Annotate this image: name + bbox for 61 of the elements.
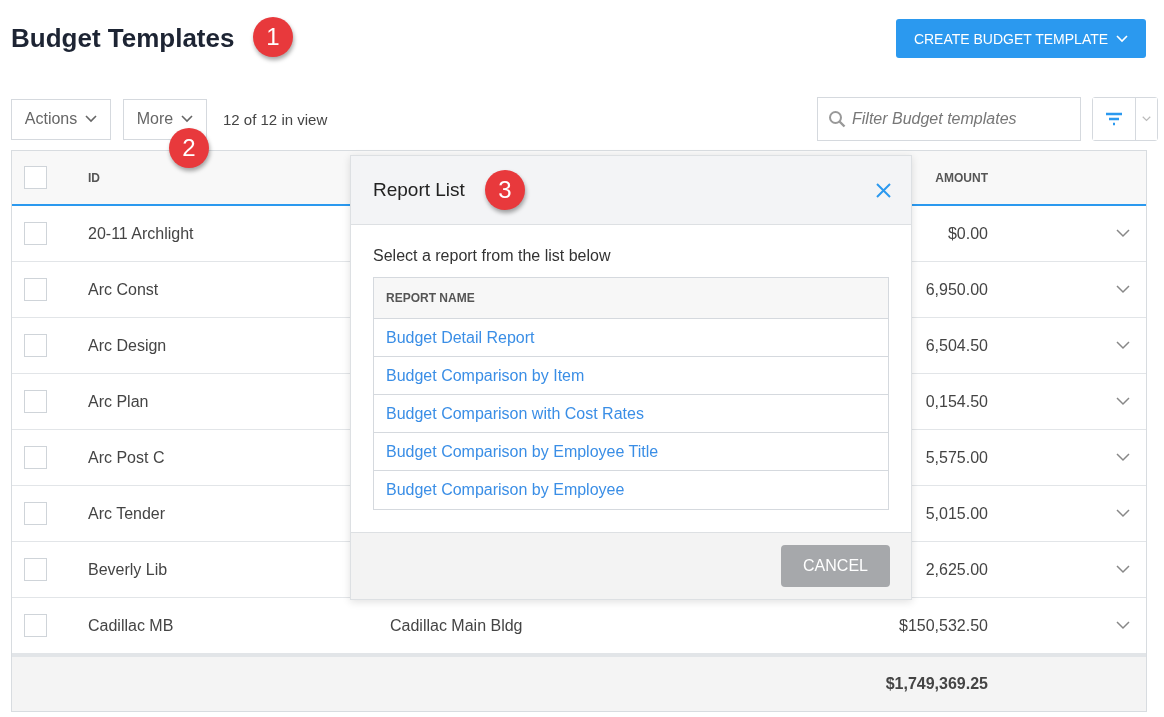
page-title: Budget Templates: [11, 23, 235, 54]
table-cell: $0.00: [947, 224, 988, 243]
table-cell: Arc Tender: [88, 504, 166, 523]
report-link[interactable]: Budget Detail Report: [386, 328, 535, 347]
column-header: REPORT NAME: [386, 291, 475, 305]
table-cell: 5,575.00: [925, 448, 988, 467]
report-link[interactable]: Budget Comparison by Item: [386, 366, 585, 385]
total-amount: $1,749,369.25: [885, 675, 988, 693]
more-dropdown[interactable]: More: [123, 98, 207, 140]
expand-chevron-icon[interactable]: [1116, 509, 1130, 518]
view-count: 12 of 12 in view: [223, 110, 328, 128]
column-header: ID: [87, 170, 101, 185]
expand-chevron-icon[interactable]: [1116, 621, 1130, 630]
table-cell: 6,950.00: [925, 280, 988, 299]
table-cell: Cadillac Main Bldg: [390, 616, 523, 635]
filter-icon: [1105, 112, 1123, 126]
table-cell: Cadillac MB: [88, 616, 174, 635]
callout-badge: 1: [253, 17, 293, 57]
row-checkbox[interactable]: [24, 558, 47, 581]
report-link[interactable]: Budget Comparison with Cost Rates: [386, 404, 644, 423]
report-link[interactable]: Budget Comparison by Employee Title: [386, 442, 659, 461]
caret-icon: [1142, 115, 1151, 123]
table-cell: Arc Design: [88, 336, 167, 355]
cancel-button[interactable]: CANCEL: [781, 545, 890, 587]
table-cell: Arc Post C: [88, 448, 165, 467]
column-header: AMOUNT: [935, 170, 988, 185]
expand-chevron-icon[interactable]: [1116, 397, 1130, 406]
search-icon: [828, 110, 846, 128]
table-cell: 2,625.00: [925, 560, 988, 579]
table-cell: 6,504.50: [925, 336, 988, 355]
row-checkbox[interactable]: [24, 502, 47, 525]
dialog-title: Report List: [373, 179, 465, 201]
expand-chevron-icon[interactable]: [1116, 453, 1130, 462]
actions-dropdown[interactable]: Actions: [11, 98, 111, 140]
row-checkbox[interactable]: [24, 446, 47, 469]
row-checkbox[interactable]: [24, 222, 47, 245]
expand-chevron-icon[interactable]: [1116, 285, 1130, 294]
table-cell: Arc Const: [88, 280, 159, 299]
row-checkbox[interactable]: [24, 390, 47, 413]
table-cell: Arc Plan: [88, 392, 149, 411]
filter-menu-button[interactable]: [1135, 98, 1157, 140]
caret-icon: [1116, 34, 1129, 43]
row-checkbox[interactable]: [24, 614, 47, 637]
table-cell: $150,532.50: [899, 616, 988, 635]
expand-chevron-icon[interactable]: [1116, 341, 1130, 350]
table-cell: 5,015.00: [925, 504, 988, 523]
table-cell: Beverly Lib: [88, 560, 168, 579]
expand-chevron-icon[interactable]: [1116, 565, 1130, 574]
select-all-checkbox[interactable]: [24, 166, 47, 189]
filter-search-field[interactable]: Filter Budget templates: [817, 97, 1081, 141]
report-link[interactable]: Budget Comparison by Employee: [386, 481, 625, 499]
table-cell: 0,154.50: [925, 392, 988, 411]
create-template-button[interactable]: CREATE BUDGET TEMPLATE: [896, 19, 1146, 58]
close-button[interactable]: [876, 182, 891, 198]
caret-icon: [85, 115, 98, 123]
table-cell: 20-11 Archlight: [88, 224, 194, 243]
expand-chevron-icon[interactable]: [1116, 229, 1130, 238]
dialog-instruction: Select a report from the list below: [373, 247, 612, 265]
caret-icon: [181, 115, 194, 123]
row-checkbox[interactable]: [24, 278, 47, 301]
row-checkbox[interactable]: [24, 334, 47, 357]
